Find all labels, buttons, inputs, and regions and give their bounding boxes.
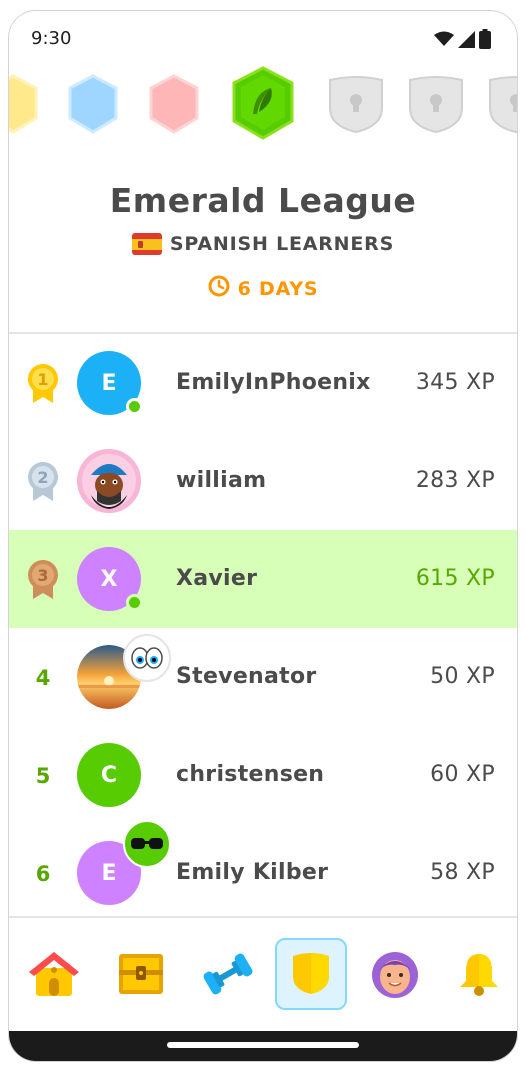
avatar-initial: E [101, 860, 117, 886]
user-xp: 60 XP [430, 762, 495, 787]
spain-flag-icon [131, 233, 162, 255]
rank-number: 4 [35, 666, 51, 690]
sunglasses-owl-sticker-icon [123, 820, 171, 868]
user-xp: 615 XP [415, 566, 495, 591]
signal-icon [458, 30, 475, 52]
eyes-sticker-icon [123, 634, 171, 682]
dumbbell-icon [203, 953, 253, 995]
status-bar: 9:30 [9, 11, 517, 67]
avatar-icon [372, 952, 418, 998]
avatar[interactable]: E [77, 351, 143, 415]
rank-number: 5 [35, 764, 51, 788]
clock-icon [208, 275, 230, 302]
league-badge-locked [407, 74, 465, 134]
leaderboard: 1 E EmilyInPhoenix 345 XP 2 william 283 … [9, 334, 517, 916]
system-navigation-area [9, 1031, 517, 1061]
character-avatar-icon [77, 449, 141, 513]
nav-practice[interactable] [192, 938, 264, 1010]
avatar[interactable]: X [77, 547, 143, 611]
leaderboard-row-current-user[interactable]: 3 X Xavier 615 XP [9, 530, 517, 628]
league-language: SPANISH LEARNERS [9, 233, 517, 255]
league-title: Emerald League [109, 181, 417, 220]
leaderboard-row[interactable]: 5 C christensen 60 XP [9, 726, 517, 824]
gold-medal-icon: 1 [25, 364, 61, 404]
nav-leagues[interactable] [275, 938, 347, 1010]
status-time: 9:30 [31, 28, 72, 49]
user-name: Xavier [176, 566, 258, 591]
rank: 6 [25, 854, 61, 894]
leaderboard-row[interactable]: 4 Stevenator 50 XP [9, 628, 517, 726]
wifi-icon [434, 31, 454, 51]
league-badge-locked [327, 74, 385, 134]
bronze-medal-icon: 3 [25, 560, 61, 600]
user-name: william [176, 468, 267, 493]
bottom-nav [9, 916, 517, 1034]
status-icons [434, 29, 491, 53]
user-xp: 283 XP [415, 468, 495, 493]
bell-icon [460, 954, 498, 996]
svg-text:3: 3 [37, 566, 48, 585]
treasure-chest-icon [119, 954, 163, 994]
user-name: Emily Kilber [176, 860, 329, 885]
svg-text:2: 2 [37, 468, 48, 487]
shield-icon [293, 953, 329, 994]
avatar[interactable]: C [77, 743, 141, 807]
league-timer-label: 6 DAYS [237, 277, 319, 300]
online-indicator [126, 398, 143, 415]
silver-medal-icon: 2 [25, 462, 61, 502]
user-xp: 345 XP [415, 370, 495, 395]
rank: 4 [25, 658, 61, 698]
user-name: Stevenator [176, 664, 317, 689]
user-name: christensen [176, 762, 325, 787]
avatar-initial: X [100, 566, 118, 592]
avatar-initial: E [101, 370, 117, 396]
avatar[interactable] [77, 449, 141, 513]
user-xp: 58 XP [430, 860, 495, 885]
online-indicator [126, 594, 143, 611]
leaderboard-row[interactable]: 6 E Emily Kilber 58 XP [9, 820, 517, 916]
nav-stories[interactable] [105, 938, 177, 1010]
rank: 5 [25, 756, 61, 796]
avatar-initial: C [100, 762, 118, 788]
league-language-label: SPANISH LEARNERS [169, 233, 395, 255]
league-badge-ruby[interactable] [148, 74, 200, 134]
league-badge-locked [487, 74, 517, 134]
house-icon [29, 952, 79, 996]
nav-notifications[interactable] [443, 938, 515, 1010]
league-badges-row[interactable] [9, 66, 517, 156]
user-xp: 50 XP [430, 664, 495, 689]
league-badge-emerald-current[interactable] [231, 66, 295, 140]
nav-home[interactable] [18, 938, 90, 1010]
user-name: EmilyInPhoenix [176, 370, 371, 395]
league-timer: 6 DAYS [9, 275, 517, 302]
home-gesture-handle[interactable] [167, 1042, 359, 1048]
leaderboard-row[interactable]: 1 E EmilyInPhoenix 345 XP [9, 334, 517, 432]
rank-number: 6 [35, 862, 51, 886]
svg-text:1: 1 [37, 370, 48, 389]
league-badge-gold[interactable] [9, 74, 39, 134]
nav-profile[interactable] [359, 938, 431, 1010]
league-badge-sapphire[interactable] [67, 74, 119, 134]
leaderboard-row[interactable]: 2 william 283 XP [9, 432, 517, 530]
phone-frame: 9:30 Emerald League SPANISH LEARNERS 6 D… [8, 10, 518, 1062]
battery-icon [479, 29, 491, 53]
